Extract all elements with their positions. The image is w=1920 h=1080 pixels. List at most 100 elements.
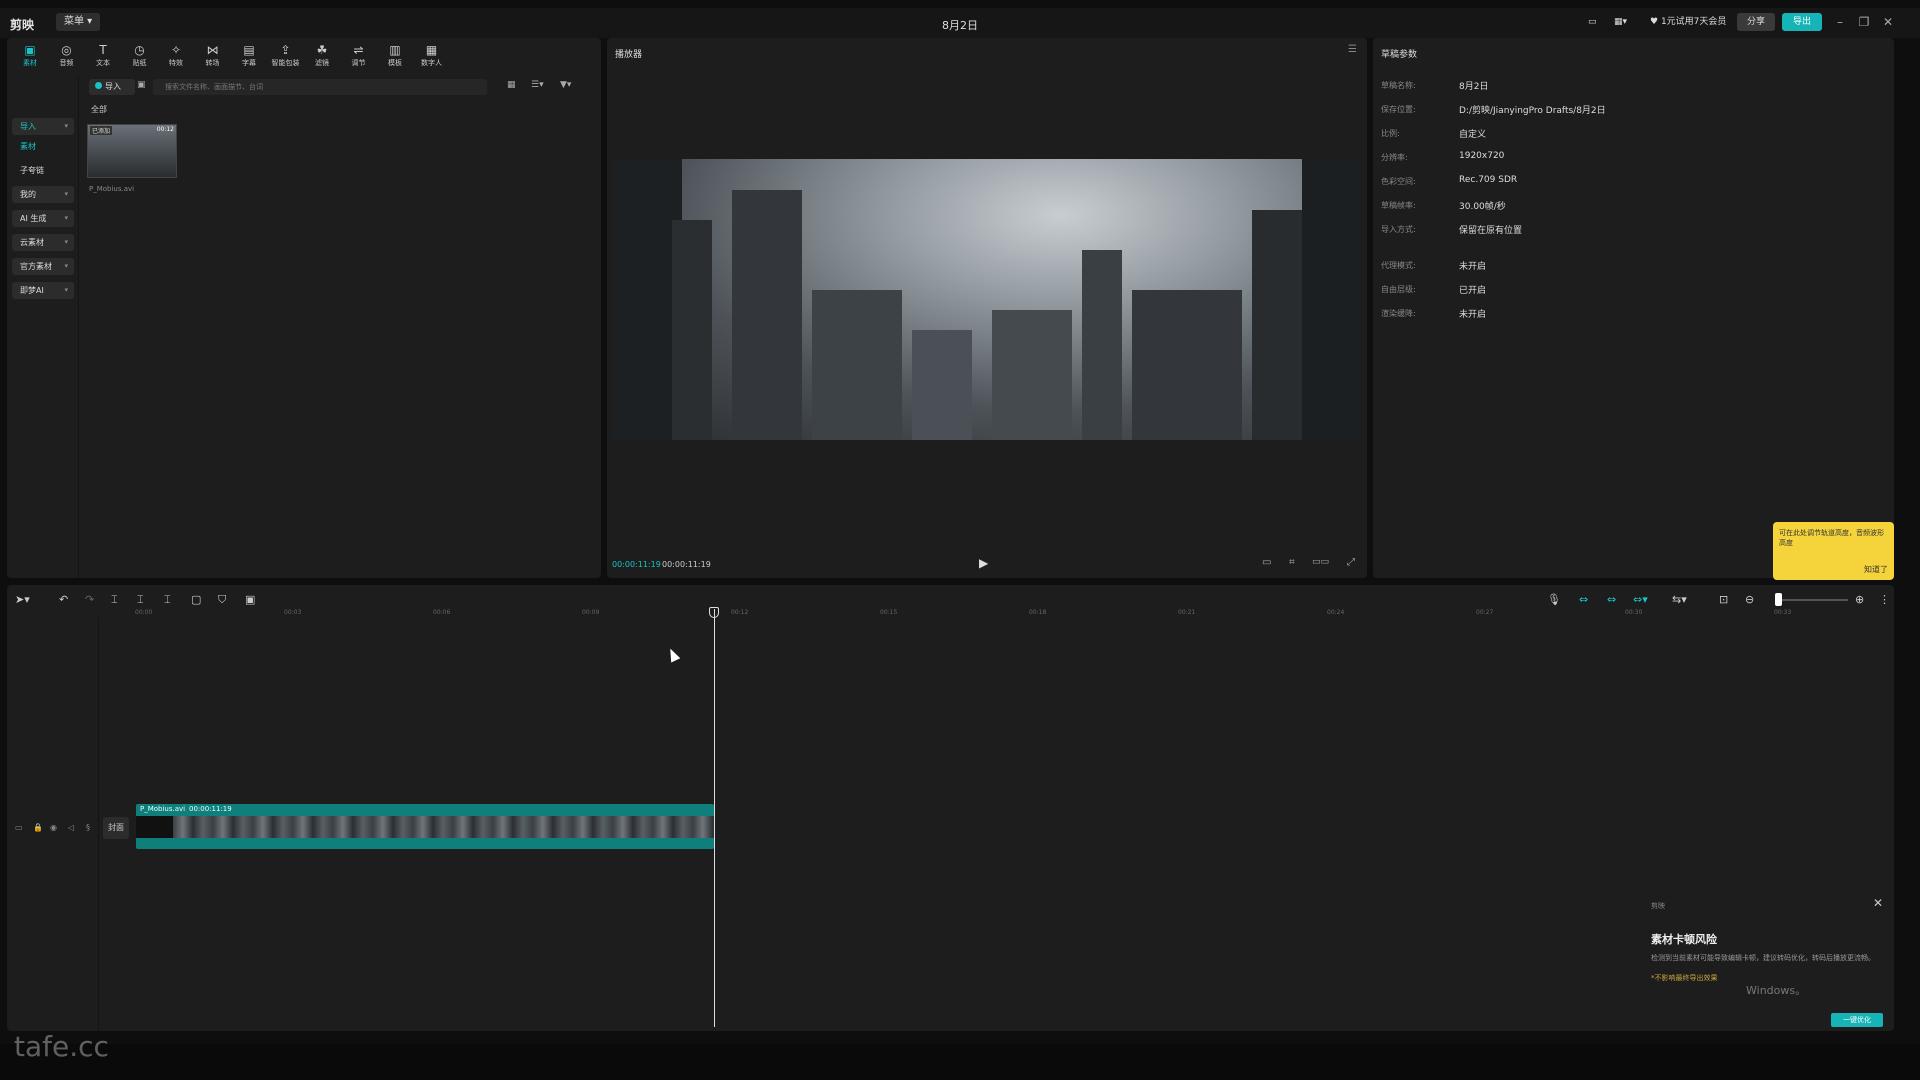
- undo-icon[interactable]: ↶: [59, 593, 68, 606]
- sidebar-item[interactable]: 即梦AI ▾: [12, 282, 74, 299]
- sidebar-item-label: 即梦AI: [20, 286, 44, 295]
- media-duration: 00:12: [156, 126, 174, 133]
- mute-icon[interactable]: ◁: [68, 823, 74, 832]
- notification-close-icon[interactable]: ✕: [1873, 896, 1883, 910]
- zoom-in-icon[interactable]: ⊕: [1855, 593, 1864, 606]
- title-bar: 剪映 菜单 ▾ 8月2日 ▭ ▦▾ ♥ 1元试用7天会员 分享 导出 – ❐ ✕: [0, 8, 1920, 38]
- player-menu-icon[interactable]: ☰: [1348, 44, 1357, 55]
- property-label: 草稿帧率:: [1381, 201, 1416, 210]
- media-item-thumbnail[interactable]: 已添加 00:12: [87, 124, 177, 178]
- track-toggle-icon[interactable]: ▭: [15, 823, 23, 832]
- split-icon[interactable]: ⌶: [111, 593, 118, 607]
- delete-icon[interactable]: ▢: [191, 593, 201, 606]
- sidebar-item[interactable]: AI 生成 ▾: [12, 210, 74, 227]
- snap-icon[interactable]: ⇔: [1607, 593, 1616, 606]
- sidebar-item[interactable]: 素材: [12, 138, 74, 155]
- more-icon[interactable]: ⋮: [1879, 593, 1890, 606]
- ratio-icon[interactable]: ▭▭: [1312, 557, 1329, 567]
- sidebar-item-label: 我的: [20, 190, 36, 199]
- split-right-icon[interactable]: ⌶: [164, 593, 171, 607]
- redo-icon[interactable]: ↷: [85, 593, 94, 606]
- fit-icon[interactable]: ⊡: [1719, 593, 1728, 606]
- tool-sticker[interactable]: ◷ 贴纸: [123, 42, 157, 72]
- property-value: 自定义: [1459, 130, 1487, 140]
- zoom-slider[interactable]: [1778, 599, 1848, 601]
- vip-trial-link[interactable]: ♥ 1元试用7天会员: [1650, 13, 1726, 31]
- zoom-out-icon[interactable]: ⊖: [1745, 593, 1754, 606]
- sidebar-import[interactable]: 导入 ▾: [12, 118, 74, 135]
- digital-human-icon: ▦: [425, 43, 438, 57]
- property-value: 未开启: [1459, 310, 1487, 320]
- tool-effects[interactable]: ✧ 特效: [159, 42, 193, 72]
- minimize-icon[interactable]: –: [1832, 13, 1848, 31]
- preview-axis-icon[interactable]: ⇆▾: [1672, 593, 1687, 606]
- tool-digital-human[interactable]: ▦ 数字人: [415, 42, 449, 72]
- tool-transition[interactable]: ⋈ 转场: [196, 42, 230, 72]
- sidebar-item[interactable]: 我的 ▾: [12, 186, 74, 203]
- cover-button[interactable]: 封面: [103, 817, 129, 839]
- property-label: 分辨率:: [1381, 153, 1408, 162]
- tool-adjust[interactable]: ⇌ 调节: [342, 42, 376, 72]
- sidebar-item[interactable]: 官方素材 ▾: [12, 258, 74, 275]
- lock-icon[interactable]: 🔒: [33, 823, 43, 832]
- ruler-tick-label: 00:21: [1178, 609, 1196, 616]
- tool-smart-pack[interactable]: ⇪ 智能包装: [269, 42, 303, 72]
- import-button[interactable]: 导入: [89, 79, 135, 95]
- tooltip-ok-button[interactable]: 知道了: [1864, 564, 1888, 575]
- tool-label: 特效: [169, 59, 183, 67]
- effects-icon: ✧: [170, 43, 182, 57]
- property-label: 比例:: [1381, 129, 1400, 138]
- select-tool-icon[interactable]: ➤▾: [15, 593, 30, 606]
- transition-icon: ⋈: [206, 43, 219, 57]
- sidebar-import-label: 导入: [20, 122, 36, 131]
- vip-label: 1元试用7天会员: [1660, 17, 1727, 27]
- zoom-slider-handle[interactable]: [1775, 593, 1782, 606]
- filter-all-tab[interactable]: 全部: [91, 104, 107, 115]
- export-button[interactable]: 导出: [1782, 13, 1822, 31]
- close-window-icon[interactable]: ✕: [1880, 13, 1896, 31]
- optimize-button[interactable]: 一键优化: [1831, 1013, 1883, 1027]
- linkage-icon[interactable]: ⇔▾: [1633, 593, 1648, 606]
- property-value: 保留在原有位置: [1459, 226, 1523, 236]
- tool-audio[interactable]: ◎ 音频: [50, 42, 84, 72]
- play-button[interactable]: ▶: [979, 556, 988, 570]
- playhead-handle[interactable]: [709, 607, 719, 618]
- properties-title: 草稿参数: [1381, 50, 1418, 60]
- tool-template[interactable]: ▥ 模板: [378, 42, 412, 72]
- media-search-input[interactable]: 搜索文件名称、画面描节、台词: [153, 79, 487, 95]
- crop-icon[interactable]: ⌗: [1289, 557, 1295, 568]
- tool-filter[interactable]: ☘ 滤镜: [305, 42, 339, 72]
- sidebar-item[interactable]: 云素材 ▾: [12, 234, 74, 251]
- visibility-icon[interactable]: ◉: [50, 823, 57, 832]
- marker-icon[interactable]: ⛉: [218, 593, 226, 607]
- timeline-ruler[interactable]: 00:00 00:03 00:06 00:09 00:12 00:15 00:18 00:21…: [135, 609, 1890, 619]
- tool-caption[interactable]: ▤ 字幕: [232, 42, 266, 72]
- link-main-track-icon[interactable]: ⇔: [1579, 593, 1588, 606]
- microphone-icon[interactable]: 🎙: [1547, 593, 1561, 606]
- layout-switch-icon[interactable]: ▦▾: [1614, 13, 1627, 31]
- sidebar-item[interactable]: 子夸链: [12, 162, 74, 179]
- layout-icon[interactable]: ▭: [1588, 13, 1597, 31]
- grid-toggle-icon[interactable]: ▣: [137, 80, 146, 90]
- property-value: 30.00帧/秒: [1459, 202, 1506, 212]
- ai-tool-icon[interactable]: ▣: [245, 593, 255, 606]
- notification-body: 检测到当前素材可能导致编辑卡顿，建议转码优化，转码后播放更流畅。: [1651, 954, 1875, 962]
- video-preview[interactable]: [612, 159, 1360, 440]
- maximize-icon[interactable]: ❐: [1856, 13, 1872, 31]
- view-mode-icon[interactable]: ▦: [507, 80, 516, 90]
- fullscreen-icon[interactable]: ⤢: [1347, 557, 1355, 568]
- ruler-tick-label: 00:27: [1476, 609, 1494, 616]
- video-clip[interactable]: P_Mobius.avi 00:00:11:19: [136, 804, 714, 849]
- property-label: 导入方式:: [1381, 225, 1416, 234]
- solo-icon[interactable]: §: [86, 823, 90, 832]
- share-button[interactable]: 分享: [1737, 13, 1775, 31]
- smart-pack-icon: ⇪: [280, 43, 291, 57]
- tool-text[interactable]: T 文本: [86, 42, 120, 72]
- sort-icon[interactable]: ☰▾: [531, 80, 544, 90]
- playhead[interactable]: [714, 609, 715, 1027]
- filter-icon[interactable]: ▼▾: [560, 80, 571, 90]
- tool-label: 文本: [96, 59, 110, 67]
- split-left-icon[interactable]: ⌶: [137, 593, 144, 607]
- tool-media[interactable]: ▣ 素材: [13, 42, 47, 72]
- caption-toggle-icon[interactable]: ▭: [1262, 557, 1271, 568]
